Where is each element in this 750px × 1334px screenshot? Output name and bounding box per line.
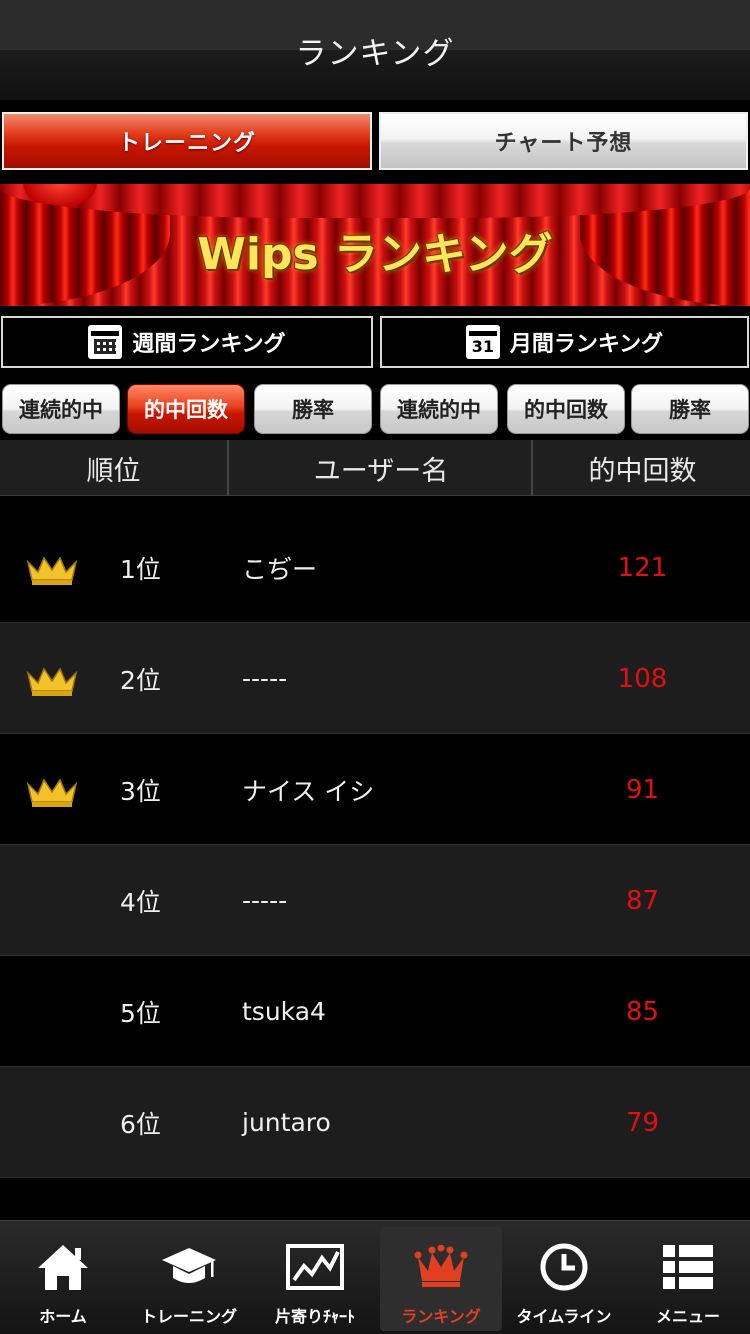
weekly-sort-streak-button[interactable]: 連続的中 <box>2 384 120 434</box>
tab-training[interactable]: トレーニング <box>2 112 372 170</box>
ranking-list: 1位 こぢー 121 2位 ----- 108 3位 ナイス イシ 91 4位 … <box>0 512 750 1178</box>
nav-menu-label: メニュー <box>655 1307 720 1326</box>
banner-title: Wips ランキング <box>197 229 553 280</box>
rank-cell: 2位 <box>120 665 161 695</box>
weekly-sort-winrate-button[interactable]: 勝率 <box>254 384 372 434</box>
nav-timeline[interactable]: タイムライン <box>503 1227 625 1331</box>
hits-cell: 79 <box>625 1107 660 1138</box>
rank-cell: 5位 <box>120 998 161 1028</box>
nav-ranking-label: ランキング <box>401 1307 481 1326</box>
monthly-sort-winrate-button[interactable]: 勝率 <box>631 384 749 434</box>
monthly-sort-hits-button[interactable]: 的中回数 <box>507 384 625 434</box>
calendar-icon <box>88 325 123 359</box>
mode-tabs: トレーニング チャート予想 <box>0 112 750 170</box>
top-bar: ランキング <box>0 0 750 100</box>
hits-cell: 85 <box>625 996 660 1027</box>
ranking-table-header: 順位 ユーザー名 的中回数 <box>0 440 750 496</box>
username-cell: ナイス イシ <box>242 776 375 806</box>
clock-icon <box>534 1237 594 1297</box>
rank-cell: 4位 <box>120 887 161 917</box>
nav-bias-chart[interactable]: 片寄りﾁｬｰﾄ <box>254 1227 376 1331</box>
nav-home-label: ホーム <box>39 1307 87 1326</box>
username-cell: ----- <box>242 664 288 693</box>
page-title: ランキング <box>295 36 455 72</box>
rank-cell: 3位 <box>120 776 161 806</box>
calendar-31-icon: 31 <box>465 325 500 359</box>
username-cell: ----- <box>242 886 288 915</box>
crown-icon <box>411 1237 471 1297</box>
column-header-rank: 順位 <box>0 440 229 496</box>
table-row[interactable]: 5位 tsuka4 85 <box>0 956 750 1067</box>
nav-bias-chart-label: 片寄りﾁｬｰﾄ <box>274 1307 355 1326</box>
column-header-username: ユーザー名 <box>231 440 533 496</box>
nav-ranking[interactable]: ランキング <box>380 1227 502 1331</box>
home-icon <box>33 1237 93 1297</box>
monthly-ranking-label: 月間ランキング <box>509 332 664 357</box>
username-cell: tsuka4 <box>242 997 326 1026</box>
table-row[interactable]: 1位 こぢー 121 <box>0 512 750 623</box>
monthly-ranking-button[interactable]: 31 月間ランキング <box>380 316 749 368</box>
hits-cell: 91 <box>625 774 660 805</box>
table-row[interactable]: 3位 ナイス イシ 91 <box>0 734 750 845</box>
rank-cell: 1位 <box>120 554 161 584</box>
table-row[interactable]: 2位 ----- 108 <box>0 623 750 734</box>
weekly-ranking-label: 週間ランキング <box>132 332 286 357</box>
nav-timeline-label: タイムライン <box>516 1307 612 1326</box>
monthly-sort-streak-button[interactable]: 連続的中 <box>380 384 498 434</box>
nav-training[interactable]: トレーニング <box>128 1227 250 1331</box>
gold-crown-icon <box>26 778 78 807</box>
nav-menu[interactable]: メニュー <box>627 1227 749 1331</box>
username-cell: juntaro <box>242 1108 331 1137</box>
gold-crown-icon <box>26 667 78 696</box>
nav-training-label: トレーニング <box>140 1307 237 1326</box>
list-icon <box>658 1237 718 1297</box>
weekly-ranking-button[interactable]: 週間ランキング <box>1 316 373 368</box>
nav-home[interactable]: ホーム <box>2 1227 124 1331</box>
gold-crown-icon <box>26 556 78 585</box>
username-cell: こぢー <box>242 554 318 584</box>
table-row[interactable]: 6位 juntaro 79 <box>0 1067 750 1178</box>
table-row[interactable]: 4位 ----- 87 <box>0 845 750 956</box>
hits-cell: 121 <box>617 552 668 583</box>
rank-cell: 6位 <box>120 1109 161 1139</box>
tab-chart-prediction[interactable]: チャート予想 <box>379 112 748 170</box>
sort-buttons: 連続的中 的中回数 勝率 連続的中 的中回数 勝率 <box>0 384 750 434</box>
ranking-banner: Wips ランキング <box>0 184 750 306</box>
hits-cell: 87 <box>625 885 660 916</box>
column-header-hits: 的中回数 <box>588 455 697 487</box>
line-chart-icon <box>285 1237 345 1297</box>
weekly-sort-hits-button[interactable]: 的中回数 <box>127 384 245 434</box>
bottom-tab-bar: ホーム トレーニング 片寄りﾁｬｰﾄ ランキング タイムライン メニュー <box>0 1220 750 1334</box>
hits-cell: 108 <box>617 663 668 694</box>
graduation-cap-icon <box>159 1237 219 1297</box>
